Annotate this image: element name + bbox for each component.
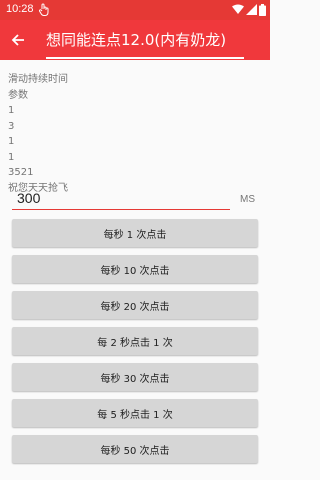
rate-50-per-sec-button[interactable]: 每秒 50 次点击 (12, 435, 258, 463)
rate-10-per-sec-button[interactable]: 每秒 10 次点击 (12, 255, 258, 283)
info-line-param-1: 1 (8, 105, 15, 116)
back-arrow-icon (11, 34, 24, 46)
info-line-param-4: 1 (8, 151, 15, 163)
rate-1-per-sec-button[interactable]: 每秒 1 次点击 (12, 219, 258, 247)
info-line-param-5: 3521 (8, 167, 34, 178)
info-text-block: 滑动持续时间 参数 1 3 1 1 3521 祝您天天抢飞 (8, 72, 258, 196)
click-rate-buttons: 每秒 1 次点击 每秒 10 次点击 每秒 20 次点击 每 2 秒点击 1 次… (12, 219, 258, 471)
signal-icon (246, 4, 257, 15)
rate-20-per-sec-button[interactable]: 每秒 20 次点击 (12, 291, 258, 319)
interval-input[interactable] (12, 186, 230, 210)
page-title: 想同能连点12.0(内有奶龙) (46, 31, 227, 49)
battery-icon (259, 4, 266, 16)
rate-1-per-2sec-button[interactable]: 每 2 秒点击 1 次 (12, 327, 258, 355)
interval-unit-label: MS (240, 194, 255, 205)
rate-30-per-sec-button[interactable]: 每秒 30 次点击 (12, 363, 258, 391)
back-button[interactable] (6, 26, 34, 54)
info-line-params-label: 参数 (8, 89, 28, 101)
status-time: 10:28 (6, 3, 34, 15)
info-line-param-2: 3 (8, 120, 15, 132)
rate-1-per-5sec-button[interactable]: 每 5 秒点击 1 次 (12, 399, 258, 427)
touch-icon (39, 3, 49, 16)
app-bar: 想同能连点12.0(内有奶龙) (0, 20, 270, 60)
info-line-duration-label: 滑动持续时间 (8, 74, 68, 85)
wifi-icon (232, 4, 244, 14)
status-bar: 10:28 (0, 0, 270, 20)
info-line-param-3: 1 (8, 136, 15, 147)
interval-row: MS (12, 186, 262, 210)
title-underline (46, 57, 244, 59)
